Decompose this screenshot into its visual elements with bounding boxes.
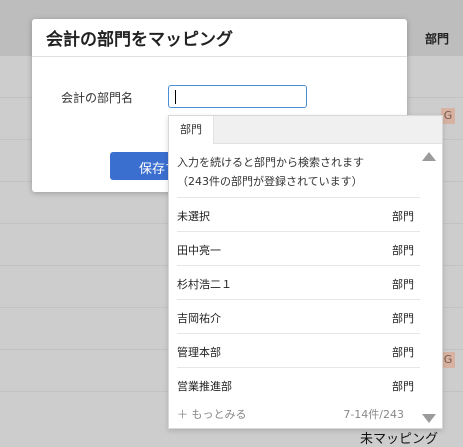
item-type: 部門 xyxy=(392,346,414,359)
item-name: 杉村浩二１ xyxy=(177,278,232,291)
department-name-input[interactable] xyxy=(168,85,307,108)
list-item[interactable]: 営業推進部 部門 xyxy=(177,367,420,401)
text-caret xyxy=(175,90,176,104)
department-dropdown: 部門 入力を続けると部門から検索されます （243件の部門が登録されています） … xyxy=(168,115,443,429)
item-type: 部門 xyxy=(392,244,414,257)
hint-line-search: 入力を続けると部門から検索されます xyxy=(177,156,364,169)
dropdown-hint: 入力を続けると部門から検索されます （243件の部門が登録されています） xyxy=(177,153,364,191)
list-item[interactable]: 未選択 部門 xyxy=(177,197,420,231)
item-type: 部門 xyxy=(392,278,414,291)
list-item[interactable]: 杉村浩二１ 部門 xyxy=(177,265,420,299)
list-item[interactable]: 管理本部 部門 xyxy=(177,333,420,367)
result-count: 7-14件/243 xyxy=(343,408,404,421)
background-status-chip: G xyxy=(441,352,455,368)
list-item[interactable]: 田中亮一 部門 xyxy=(177,231,420,265)
background-status-chip: G xyxy=(441,108,455,124)
load-more-link[interactable]: ＋ もっとみる xyxy=(177,406,247,422)
item-name: 未選択 xyxy=(177,210,210,223)
background-header-column: 部門 xyxy=(424,32,449,46)
department-name-label: 会計の部門名 xyxy=(61,91,134,105)
modal-title: 会計の部門をマッピング xyxy=(46,30,233,50)
item-name: 管理本部 xyxy=(177,346,221,359)
modal-divider xyxy=(32,56,407,57)
scroll-down-icon[interactable] xyxy=(422,414,436,423)
hint-line-count: （243件の部門が登録されています） xyxy=(177,175,363,188)
item-name: 吉岡祐介 xyxy=(177,312,221,325)
scroll-up-icon[interactable] xyxy=(422,152,436,161)
department-list: 未選択 部門 田中亮一 部門 杉村浩二１ 部門 吉岡祐介 部門 管理本部 部門 … xyxy=(177,197,420,401)
tab-department[interactable]: 部門 xyxy=(169,116,214,144)
item-type: 部門 xyxy=(392,312,414,325)
item-type: 部門 xyxy=(392,380,414,393)
background-unmapped-label: 未マッピング xyxy=(360,432,439,447)
item-type: 部門 xyxy=(392,210,414,223)
list-item[interactable]: 吉岡祐介 部門 xyxy=(177,299,420,333)
item-name: 田中亮一 xyxy=(177,244,221,257)
item-name: 営業推進部 xyxy=(177,380,232,393)
dropdown-tab-bar: 部門 xyxy=(169,116,442,144)
